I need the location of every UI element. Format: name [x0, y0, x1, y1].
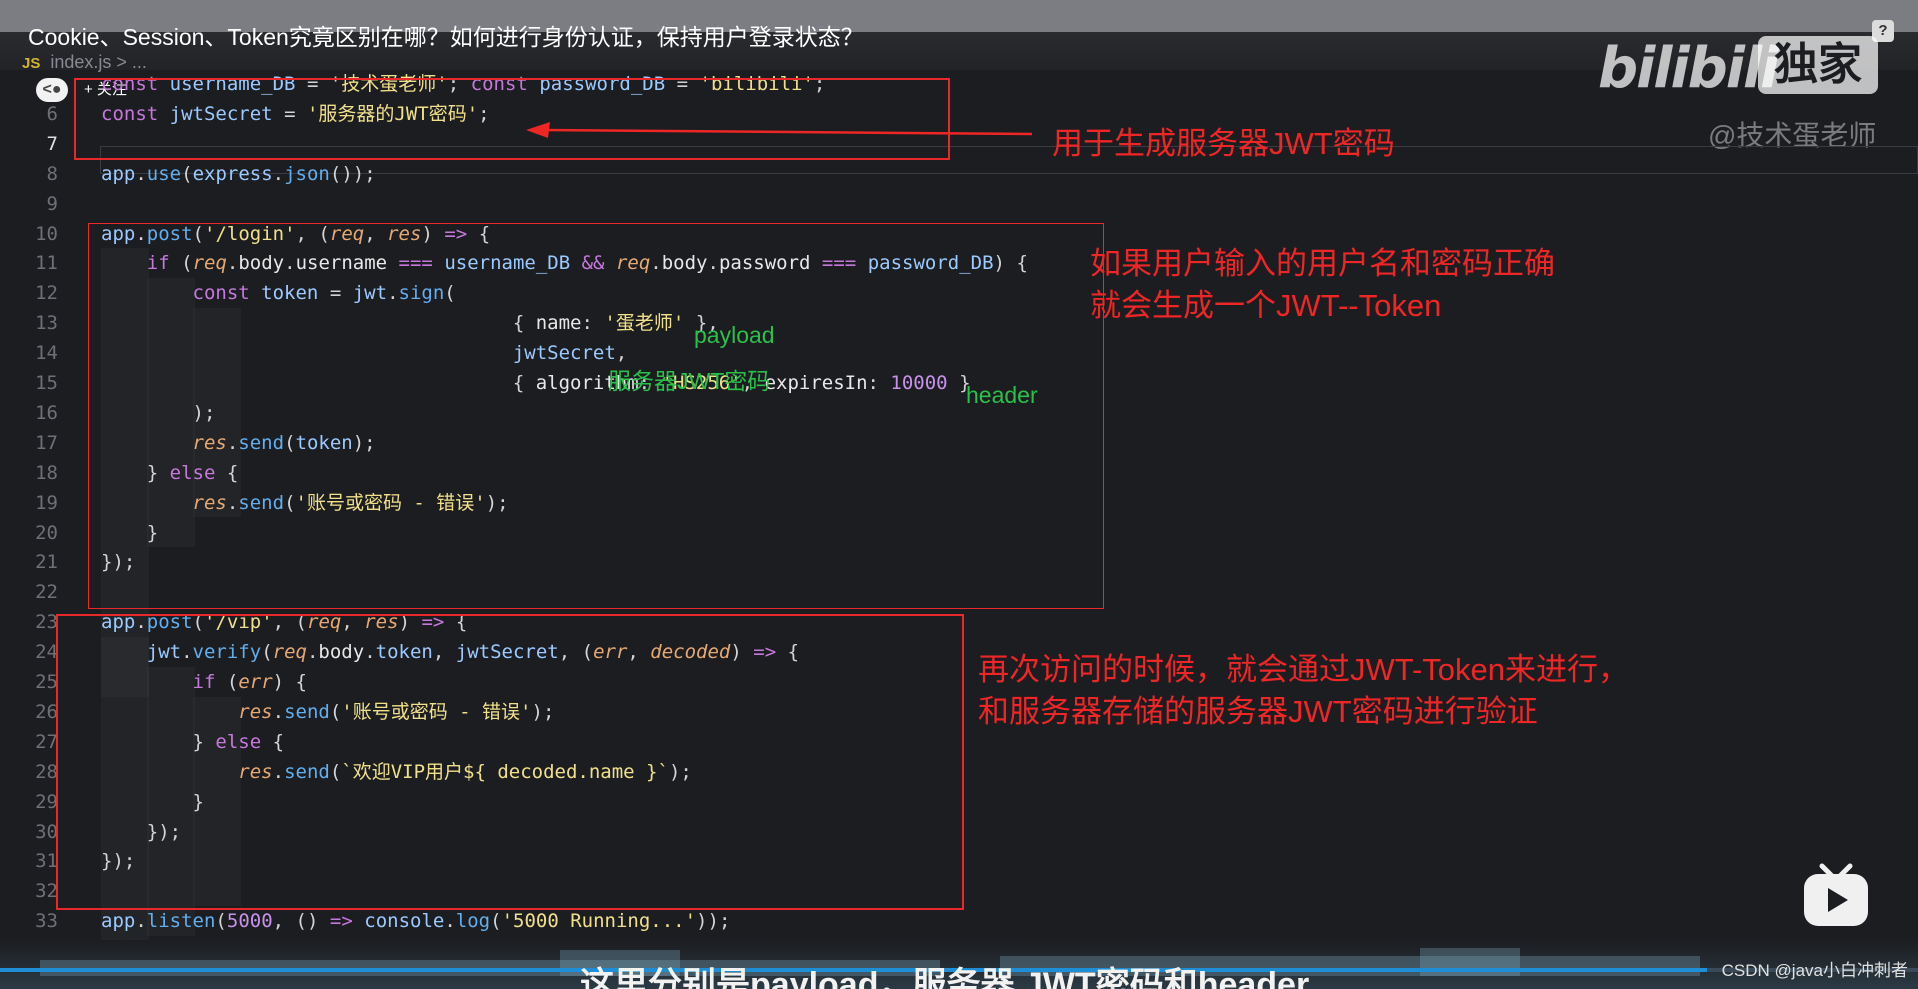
verify-highlight-box [56, 614, 964, 910]
line-number: 19 [35, 491, 58, 514]
secret-tag: 服务器JWT密码 [608, 368, 771, 394]
line-number: 21 [35, 551, 58, 574]
csdn-watermark: CSDN @java小白冲刺者 [1721, 961, 1908, 980]
secret-annotation: 用于生成服务器JWT密码 [1052, 126, 1395, 161]
line-number: 29 [35, 790, 58, 813]
bilibili-tv-icon[interactable] [1802, 862, 1870, 928]
line-number: 27 [35, 730, 58, 753]
login-annotation-line2: 就会生成一个JWT--Token [1090, 288, 1442, 323]
line-number: 22 [35, 581, 58, 604]
line-number: 26 [35, 700, 58, 723]
login-annotation-line1: 如果用户输入的用户名和密码正确 [1090, 246, 1555, 281]
line-number: 32 [35, 880, 58, 903]
code-line: 8 app.use(express.json()); [0, 159, 1918, 189]
line-number: 23 [35, 611, 58, 634]
verify-annotation-line1: 再次访问的时候，就会通过JWT-Token来进行， [978, 652, 1630, 687]
video-subtitle: 这里分别是payload，服务器 JWT密码和header [580, 966, 1310, 989]
line-number: 20 [35, 521, 58, 544]
code-line: 9 [0, 189, 1918, 219]
line-number: 12 [35, 282, 58, 305]
line-number: 15 [35, 372, 58, 394]
line-number: 25 [35, 671, 58, 693]
line-number: 16 [35, 401, 58, 424]
line-number: 6 [46, 102, 58, 125]
login-highlight-box [88, 223, 1104, 609]
line-number: 7 [46, 132, 58, 155]
line-number: 18 [35, 461, 58, 484]
code-text: app.use(express.json()); [101, 162, 376, 185]
line-number: 24 [35, 641, 58, 664]
verify-annotation-line2: 和服务器存储的服务器JWT密码进行验证 [978, 694, 1538, 729]
line-number: 17 [35, 431, 58, 454]
line-number: 31 [35, 850, 58, 873]
annotation-arrow-icon [526, 122, 1033, 138]
line-number: 8 [46, 162, 58, 185]
code-line: 33 app.listen(5000, () => console.log('50… [0, 906, 1918, 936]
line-number: 13 [35, 312, 58, 335]
code-text: app.listen(5000, () => console.log('5000… [101, 910, 731, 933]
line-number: 14 [35, 342, 58, 365]
line-number: 11 [35, 252, 58, 275]
line-number: 9 [46, 192, 58, 215]
line-number: 28 [35, 760, 58, 783]
video-title: Cookie、Session、Token究竟区别在哪？如何进行身份认证，保持用户… [28, 24, 864, 50]
line-number: 30 [35, 820, 58, 843]
payload-tag: payload [694, 322, 775, 348]
line-number: 33 [35, 910, 58, 933]
header-tag: header [966, 382, 1038, 408]
line-number: 10 [35, 222, 58, 245]
